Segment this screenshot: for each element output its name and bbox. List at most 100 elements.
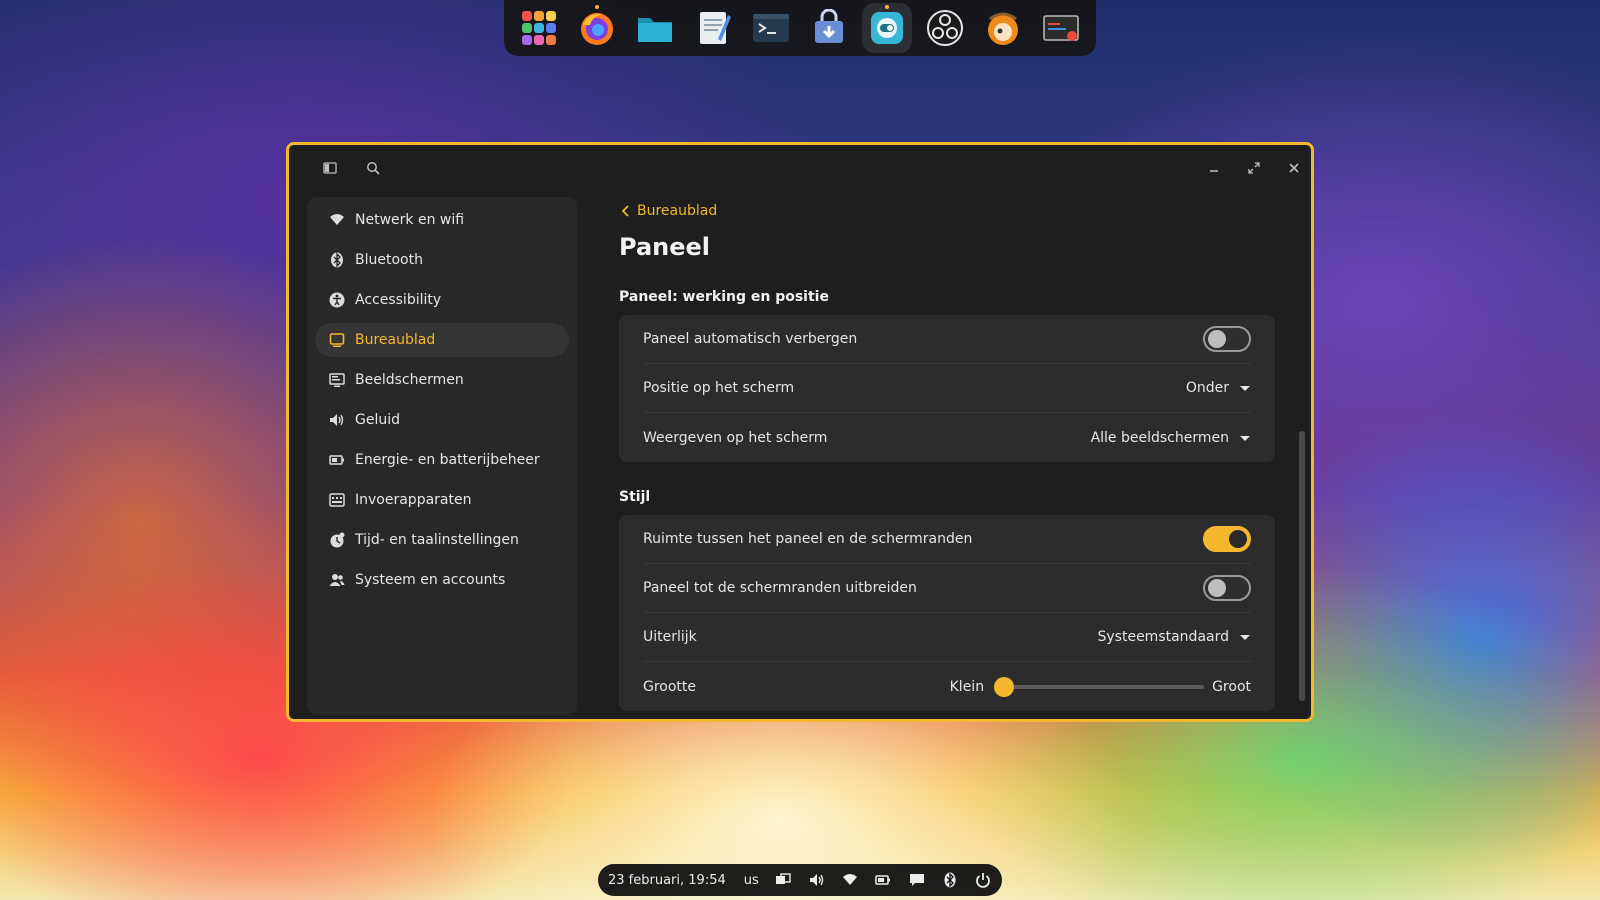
setting-label: Positie op het scherm — [643, 380, 795, 396]
sidebar-item-power[interactable]: Energie- en batterijbeheer — [315, 443, 569, 477]
clock[interactable]: 23 februari, 19:54 — [608, 873, 726, 888]
text-editor-icon[interactable] — [688, 3, 738, 53]
setting-row-extend: Paneel tot de schermranden uitbreiden — [643, 564, 1251, 613]
dropdown-value: Systeemstandaard — [1097, 629, 1230, 645]
section-title: Stijl — [619, 489, 651, 505]
sound-icon — [329, 412, 345, 428]
power-icon[interactable] — [975, 871, 992, 889]
main-content: Bureaublad Paneel Paneel: werking en pos… — [619, 191, 1305, 719]
sidebar: Netwerk en wifi Bluetooth Accessibility … — [307, 197, 577, 715]
minimize-icon[interactable] — [1203, 157, 1225, 179]
sidebar-item-bluetooth[interactable]: Bluetooth — [315, 243, 569, 277]
notifications-icon[interactable] — [908, 871, 925, 889]
setting-row-appearance: Uiterlijk Systeemstandaard — [643, 613, 1251, 662]
desktop-icon — [329, 332, 345, 348]
sidebar-item-desktop[interactable]: Bureaublad — [315, 323, 569, 357]
sidebar-item-label: Tijd- en taalinstellingen — [355, 532, 519, 548]
sidebar-item-network[interactable]: Netwerk en wifi — [315, 203, 569, 237]
chevron-down-icon — [1240, 435, 1250, 441]
setting-label: Paneel tot de schermranden uitbreiden — [643, 580, 917, 596]
slider-handle[interactable] — [994, 676, 1015, 697]
autohide-toggle[interactable] — [1203, 326, 1251, 352]
volume-icon[interactable] — [808, 871, 825, 889]
settings-icon[interactable] — [862, 3, 912, 53]
battery-icon[interactable] — [875, 871, 892, 889]
sidebar-item-label: Invoerapparaten — [355, 492, 472, 508]
slider-max-label: Groot — [1212, 678, 1251, 695]
setting-row-gap: Ruimte tussen het paneel en de schermran… — [643, 515, 1251, 564]
bluetooth-icon[interactable] — [941, 871, 958, 889]
page-title: Paneel — [619, 233, 711, 261]
maximize-icon[interactable] — [1243, 157, 1265, 179]
running-indicator — [885, 5, 889, 9]
sidebar-item-input[interactable]: Invoerapparaten — [315, 483, 569, 517]
users-icon — [329, 572, 345, 588]
sidebar-item-system-accounts[interactable]: Systeem en accounts — [315, 563, 569, 597]
chevron-down-icon — [1240, 386, 1250, 391]
system-monitor-icon[interactable] — [1036, 3, 1086, 53]
position-dropdown[interactable]: Onder — [1186, 380, 1251, 396]
workspaces-icon[interactable] — [775, 871, 792, 889]
app-grid-icon[interactable] — [514, 3, 564, 53]
setting-row-size: Grootte Klein Groot — [643, 662, 1251, 711]
appearance-dropdown[interactable]: Systeemstandaard — [1098, 629, 1252, 645]
sidebar-item-label: Bluetooth — [355, 252, 423, 268]
settings-window: Netwerk en wifi Bluetooth Accessibility … — [286, 142, 1314, 722]
obs-studio-icon[interactable] — [920, 3, 970, 53]
toggle-knob — [1208, 579, 1226, 597]
terminal-icon[interactable] — [746, 3, 796, 53]
sidebar-item-label: Accessibility — [355, 292, 442, 308]
sidebar-item-accessibility[interactable]: Accessibility — [315, 283, 569, 317]
sidebar-item-label: Systeem en accounts — [355, 572, 506, 588]
back-link[interactable]: Bureaublad — [619, 203, 717, 219]
scrollbar[interactable] — [1299, 431, 1305, 701]
size-slider[interactable] — [994, 676, 1205, 697]
battery-icon — [329, 452, 345, 468]
gimp-icon[interactable] — [978, 3, 1028, 53]
display-icon — [329, 372, 345, 388]
section-title: Paneel: werking en positie — [619, 289, 829, 305]
top-panel: 23 februari, 19:54 us — [598, 864, 1002, 896]
extend-toggle[interactable] — [1203, 575, 1251, 601]
dropdown-value: Onder — [1185, 380, 1229, 396]
setting-label: Weergeven op het scherm — [643, 429, 828, 446]
sidebar-toggle-icon[interactable] — [319, 157, 341, 179]
keyboard-icon — [329, 492, 345, 508]
setting-label: Uiterlijk — [643, 629, 697, 645]
search-icon[interactable] — [362, 157, 384, 179]
sidebar-item-label: Geluid — [355, 412, 401, 428]
setting-row-position: Positie op het scherm Onder — [643, 364, 1251, 413]
slider-min-label: Klein — [949, 678, 985, 695]
firefox-icon[interactable] — [572, 3, 622, 53]
setting-row-display: Weergeven op het scherm Alle beeldscherm… — [643, 413, 1251, 462]
sidebar-item-displays[interactable]: Beeldschermen — [315, 363, 569, 397]
chevron-left-icon — [621, 205, 629, 217]
close-icon[interactable] — [1283, 157, 1305, 179]
titlebar — [289, 145, 1311, 191]
keyboard-layout-indicator[interactable]: us — [744, 873, 759, 888]
wifi-icon[interactable] — [841, 871, 858, 889]
setting-label: Ruimte tussen het paneel en de schermran… — [643, 531, 973, 547]
sidebar-item-label: Energie- en batterijbeheer — [355, 452, 540, 468]
sidebar-item-time-language[interactable]: Tijd- en taalinstellingen — [315, 523, 569, 557]
sidebar-item-label: Beeldschermen — [355, 372, 464, 388]
bluetooth-icon — [329, 252, 345, 268]
size-slider-group: Klein Groot — [949, 676, 1251, 697]
back-link-label: Bureaublad — [637, 203, 718, 219]
display-dropdown[interactable]: Alle beeldschermen — [1091, 430, 1251, 446]
running-indicator — [595, 5, 599, 9]
gap-toggle[interactable] — [1203, 526, 1251, 552]
time-language-icon — [329, 532, 345, 548]
dock — [504, 0, 1096, 56]
accessibility-icon — [329, 292, 345, 308]
store-icon[interactable] — [804, 3, 854, 53]
sidebar-item-sound[interactable]: Geluid — [315, 403, 569, 437]
toggle-knob — [1208, 330, 1226, 348]
wifi-icon — [329, 212, 345, 228]
setting-label: Grootte — [643, 678, 697, 695]
dropdown-value: Alle beeldschermen — [1090, 429, 1229, 446]
toggle-knob — [1229, 530, 1247, 548]
files-icon[interactable] — [630, 3, 680, 53]
sidebar-item-label: Bureaublad — [355, 332, 436, 348]
setting-row-autohide: Paneel automatisch verbergen — [643, 315, 1251, 364]
